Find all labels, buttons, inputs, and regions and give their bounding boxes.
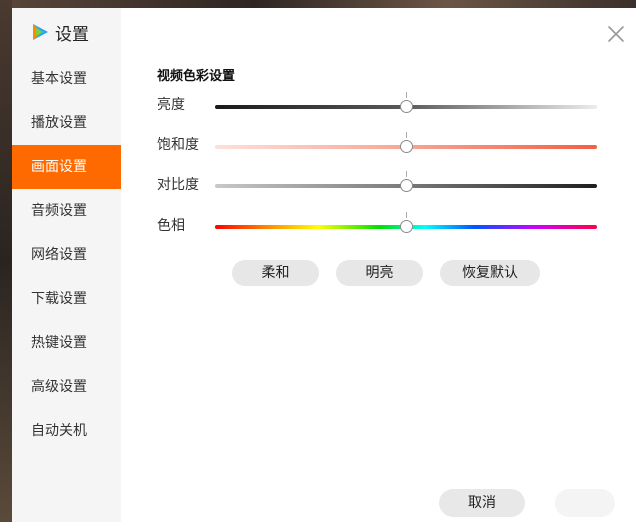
reset-default-button[interactable]: 恢复默认 [440, 260, 540, 286]
contrast-default-tick [406, 171, 407, 177]
sidebar-item-basic[interactable]: 基本设置 [12, 57, 121, 101]
hue-default-tick [406, 212, 407, 218]
background-left-edge [0, 0, 12, 522]
tencent-video-logo-icon [33, 24, 48, 40]
sidebar-item-auto-shutdown[interactable]: 自动关机 [12, 409, 121, 453]
app-title: 设置 [30, 21, 89, 45]
hue-label: 色相 [157, 218, 185, 234]
soft-preset-button[interactable]: 柔和 [232, 260, 319, 286]
sidebar-item-hotkeys[interactable]: 热键设置 [12, 321, 121, 365]
settings-window: 设置 基本设置 播放设置 画面设置 音频设置 网络设置 下载设置 热键设置 高级… [12, 8, 636, 522]
saturation-slider-thumb[interactable] [399, 140, 413, 153]
confirm-button-placeholder[interactable] [555, 489, 615, 517]
sidebar-item-playback[interactable]: 播放设置 [12, 101, 121, 145]
saturation-default-tick [406, 132, 407, 138]
hue-slider-thumb[interactable] [399, 220, 413, 233]
background-strip [0, 0, 636, 8]
sidebar-item-picture[interactable]: 画面设置 [12, 145, 121, 189]
sidebar-item-audio[interactable]: 音频设置 [12, 189, 121, 233]
sidebar-item-network[interactable]: 网络设置 [12, 233, 121, 277]
cancel-button[interactable]: 取消 [439, 489, 525, 517]
sidebar: 设置 基本设置 播放设置 画面设置 音频设置 网络设置 下载设置 热键设置 高级… [12, 8, 121, 522]
contrast-slider-thumb[interactable] [399, 179, 413, 192]
section-title: 视频色彩设置 [157, 69, 236, 84]
brightness-default-tick [406, 92, 407, 98]
bright-preset-button[interactable]: 明亮 [336, 260, 423, 286]
brightness-slider-thumb[interactable] [399, 100, 413, 113]
main-content: 视频色彩设置 亮度 饱和度 对比度 色相 柔和 明亮 恢复默认 取消 [121, 8, 636, 522]
app-title-text: 设置 [55, 24, 89, 45]
sidebar-item-advanced[interactable]: 高级设置 [12, 365, 121, 409]
brightness-label: 亮度 [157, 97, 185, 113]
sidebar-nav: 基本设置 播放设置 画面设置 音频设置 网络设置 下载设置 热键设置 高级设置 … [12, 57, 121, 453]
contrast-label: 对比度 [157, 177, 199, 193]
sidebar-item-download[interactable]: 下载设置 [12, 277, 121, 321]
saturation-label: 饱和度 [157, 137, 199, 153]
